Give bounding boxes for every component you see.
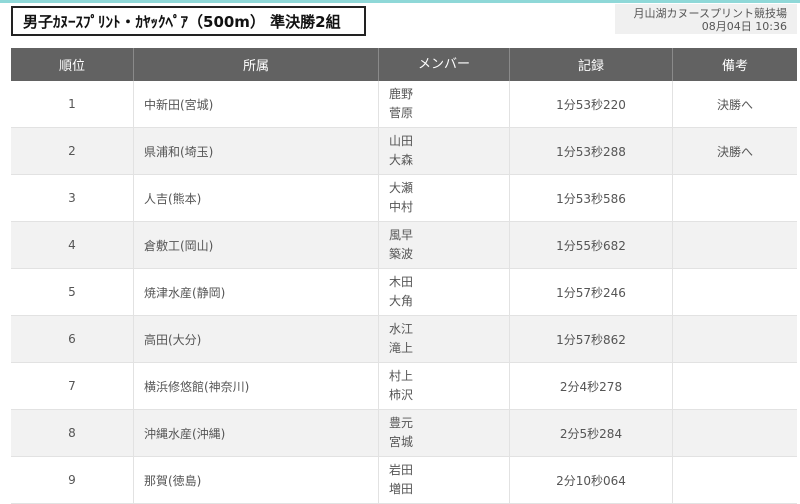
cell-record: 1分53秒288: [510, 128, 673, 174]
cell-record: 1分57秒862: [510, 316, 673, 362]
cell-members: 村上 柿沢: [379, 363, 510, 409]
cell-rank: 5: [11, 269, 134, 315]
cell-rank: 3: [11, 175, 134, 221]
header-record: 記録: [510, 48, 673, 81]
cell-members: 大瀬 中村: [379, 175, 510, 221]
venue-info: 月山湖カヌースプリント競技場 08月04日 10:36: [615, 4, 797, 34]
cell-rank: 1: [11, 81, 134, 127]
member-name: 菅原: [389, 106, 414, 120]
table-header: 順位 所属 メンバー 記録 備考: [11, 48, 797, 81]
top-accent-line: [0, 0, 800, 3]
results-table: 順位 所属 メンバー 記録 備考 1 中新田(宮城) 鹿野 菅原 1分53秒220 決勝へ…: [11, 48, 797, 504]
header-members: メンバー: [379, 48, 510, 81]
race-title-text: 男子ｶﾇｰｽﾌﾟﾘﾝﾄ・ｶﾔｯｸﾍﾟｱ（500m） 準決勝2組: [23, 12, 341, 31]
member-name: 宮城: [389, 435, 414, 449]
table-row: 5 焼津水産(静岡) 木田 大角 1分57秒246: [11, 269, 797, 316]
cell-affiliation: 高田(大分): [134, 316, 379, 362]
cell-members: 風早 築波: [379, 222, 510, 268]
member-name: 滝上: [389, 341, 414, 355]
member-name: 岩田: [389, 463, 414, 477]
member-name: 大角: [389, 294, 414, 308]
header-rank: 順位: [11, 48, 134, 81]
cell-note: [673, 457, 797, 503]
member-name: 大瀬: [389, 181, 414, 195]
cell-affiliation: 横浜修悠館(神奈川): [134, 363, 379, 409]
member-name: 大森: [389, 153, 414, 167]
cell-rank: 2: [11, 128, 134, 174]
cell-members: 豊元 宮城: [379, 410, 510, 456]
cell-record: 1分55秒682: [510, 222, 673, 268]
cell-members: 水江 滝上: [379, 316, 510, 362]
member-name: 村上: [389, 369, 414, 383]
cell-affiliation: 那賀(徳島): [134, 457, 379, 503]
cell-members: 鹿野 菅原: [379, 81, 510, 127]
cell-affiliation: 県浦和(埼玉): [134, 128, 379, 174]
header-note: 備考: [721, 59, 748, 74]
member-name: 木田: [389, 275, 414, 289]
member-name: 豊元: [389, 416, 414, 430]
cell-rank: 8: [11, 410, 134, 456]
cell-note: [673, 222, 797, 268]
cell-record: 1分57秒246: [510, 269, 673, 315]
member-name: 築波: [389, 247, 414, 261]
venue-name: 月山湖カヌースプリント競技場: [633, 7, 787, 20]
table-row: 1 中新田(宮城) 鹿野 菅原 1分53秒220 決勝へ: [11, 81, 797, 128]
member-name: 水江: [389, 322, 414, 336]
race-title: 男子ｶﾇｰｽﾌﾟﾘﾝﾄ・ｶﾔｯｸﾍﾟｱ（500m） 準決勝2組: [11, 6, 366, 36]
table-row: 7 横浜修悠館(神奈川) 村上 柿沢 2分4秒278: [11, 363, 797, 410]
cell-rank: 6: [11, 316, 134, 362]
cell-members: 山田 大森: [379, 128, 510, 174]
cell-note: [673, 269, 797, 315]
race-datetime: 08月04日 10:36: [701, 20, 787, 33]
cell-record: 2分4秒278: [510, 363, 673, 409]
table-row: 6 高田(大分) 水江 滝上 1分57秒862: [11, 316, 797, 363]
cell-affiliation: 倉敷工(岡山): [134, 222, 379, 268]
cell-record: 2分10秒064: [510, 457, 673, 503]
table-row: 8 沖縄水産(沖縄) 豊元 宮城 2分5秒284: [11, 410, 797, 457]
table-row: 2 県浦和(埼玉) 山田 大森 1分53秒288 決勝へ: [11, 128, 797, 175]
cell-affiliation: 沖縄水産(沖縄): [134, 410, 379, 456]
cell-members: 木田 大角: [379, 269, 510, 315]
cell-affiliation: 焼津水産(静岡): [134, 269, 379, 315]
cell-note: [673, 175, 797, 221]
member-name: 風早: [389, 228, 414, 242]
cell-note: [673, 363, 797, 409]
table-row: 9 那賀(徳島) 岩田 増田 2分10秒064: [11, 457, 797, 504]
cell-record: 1分53秒220: [510, 81, 673, 127]
cell-record: 2分5秒284: [510, 410, 673, 456]
member-name: 増田: [389, 482, 414, 496]
cell-affiliation: 中新田(宮城): [134, 81, 379, 127]
cell-note: [673, 410, 797, 456]
table-body: 1 中新田(宮城) 鹿野 菅原 1分53秒220 決勝へ 2 県浦和(埼玉) 山田 大森 1分53秒…: [11, 81, 797, 504]
member-name: 柿沢: [389, 388, 414, 402]
cell-note: 決勝へ: [716, 144, 753, 159]
cell-note: [673, 316, 797, 362]
cell-affiliation: 人吉(熊本): [134, 175, 379, 221]
cell-rank: 9: [11, 457, 134, 503]
member-name: 鹿野: [389, 87, 414, 101]
member-name: 中村: [389, 200, 414, 214]
cell-note: 決勝へ: [716, 97, 753, 112]
cell-record: 1分53秒586: [510, 175, 673, 221]
cell-rank: 4: [11, 222, 134, 268]
table-row: 4 倉敷工(岡山) 風早 築波 1分55秒682: [11, 222, 797, 269]
table-row: 3 人吉(熊本) 大瀬 中村 1分53秒586: [11, 175, 797, 222]
cell-rank: 7: [11, 363, 134, 409]
member-name: 山田: [389, 134, 414, 148]
cell-members: 岩田 増田: [379, 457, 510, 503]
header-affiliation: 所属: [134, 48, 379, 81]
